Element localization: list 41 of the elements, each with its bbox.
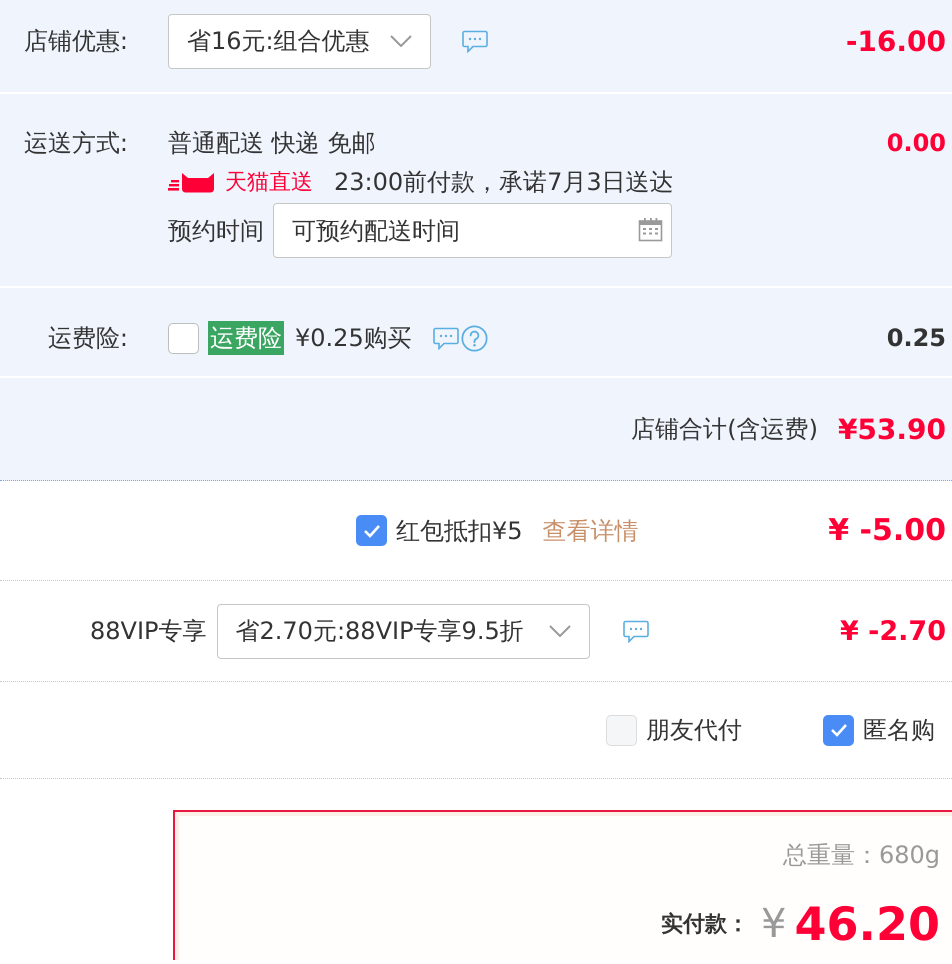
shop-total-amount: ¥53.90 <box>838 412 946 446</box>
chevron-down-icon <box>390 35 412 47</box>
voucher-deduction-amount: ¥ -5.00 <box>828 513 946 548</box>
field-label: 运费险: <box>46 323 128 353</box>
chevron-down-icon <box>548 625 571 637</box>
checkbox[interactable] <box>168 322 199 354</box>
chat-bubble-icon[interactable] <box>462 30 488 52</box>
checkbox[interactable] <box>356 515 387 546</box>
express-delivery-label: 天猫直送 <box>225 169 313 197</box>
field-label: 运送方式: <box>22 128 128 158</box>
insurance-amount: 0.25 <box>886 324 946 352</box>
vip-discount-amount: ¥ -2.70 <box>840 616 946 646</box>
checkbox[interactable] <box>823 714 854 746</box>
help-icon[interactable] <box>460 324 488 352</box>
calendar-icon[interactable] <box>638 217 663 242</box>
chat-bubble-icon[interactable] <box>432 326 459 350</box>
currency-symbol: ¥ <box>761 901 786 947</box>
delivery-promise-text: 23:00前付款，承诺7月3日送达 <box>334 167 674 198</box>
delivery-time-field[interactable]: 可预约配送时间 <box>273 203 672 258</box>
checkbox[interactable] <box>606 714 637 746</box>
shipping-fee-amount: 0.00 <box>886 128 946 158</box>
cat-head-logo-icon <box>168 172 216 192</box>
voucher-deduction-label: 红包抵扣¥5 <box>396 516 523 546</box>
discount-amount: -16.00 <box>846 24 946 58</box>
shipping-method-text: 普通配送 快递 免邮 <box>168 128 376 158</box>
chat-bubble-icon[interactable] <box>622 620 649 642</box>
vip-label: 88VIP专享 <box>90 616 207 647</box>
insurance-price-text: ¥0.25购买 <box>295 323 412 354</box>
checkmark-icon <box>830 723 848 737</box>
vip-discount-select[interactable]: 省2.70元:88VIP专享9.5折 <box>216 604 590 658</box>
amount-due-value: 46.20 <box>794 897 940 951</box>
insurance-tag: 运费险 <box>208 321 284 355</box>
field-label: 预约时间 <box>168 216 264 246</box>
amount-due-label: 实付款： <box>661 911 750 939</box>
option-label: 匿名购 <box>863 715 935 746</box>
coupon-select[interactable]: 省16元:组合优惠 <box>168 14 431 68</box>
total-weight-text: 总重量：680g <box>782 840 940 870</box>
option-label: 朋友代付 <box>646 715 742 746</box>
shop-total-label: 店铺合计(含运费) <box>631 414 818 445</box>
checkmark-icon <box>362 524 380 538</box>
field-label: 店铺优惠: <box>22 26 128 56</box>
